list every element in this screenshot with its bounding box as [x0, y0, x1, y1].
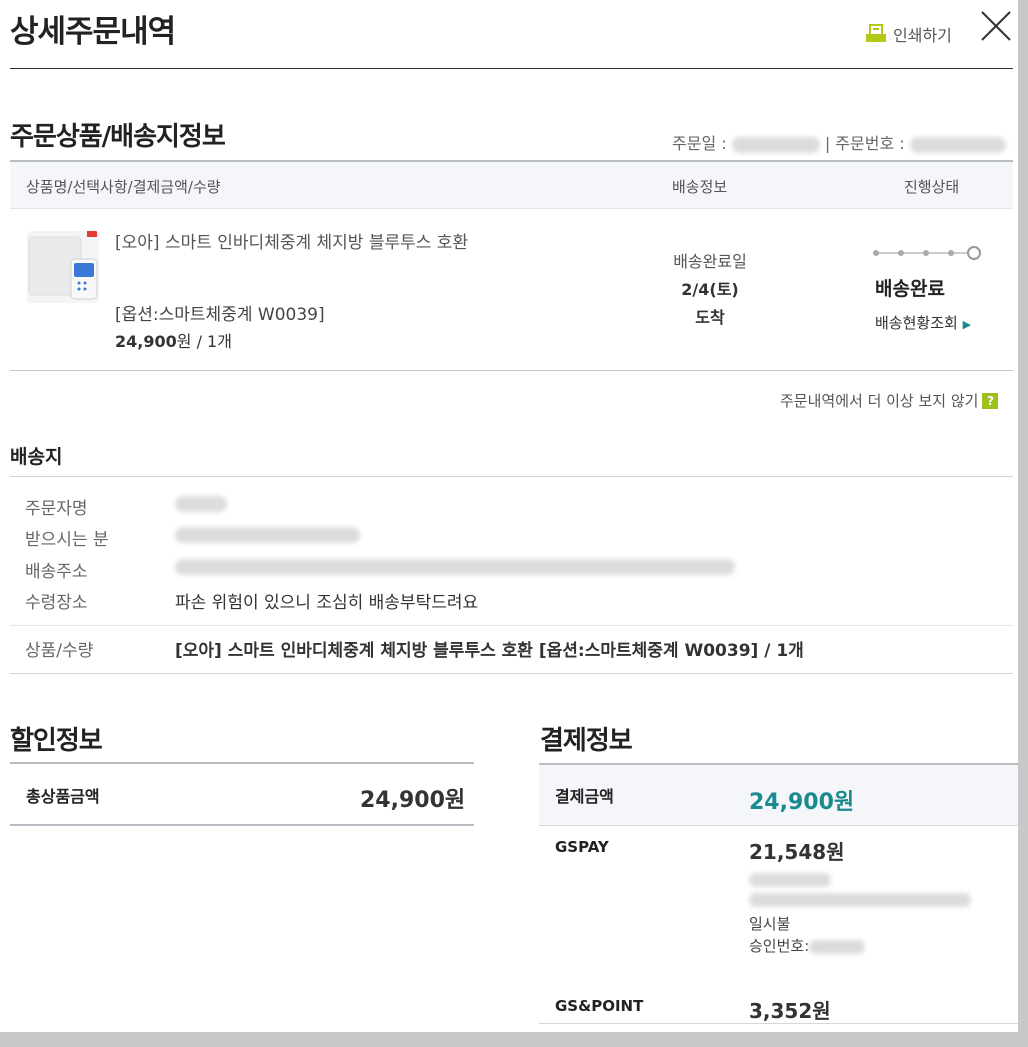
- help-icon[interactable]: ?: [982, 392, 999, 409]
- col-status: 진행상태: [904, 178, 960, 196]
- product-image[interactable]: [27, 231, 99, 303]
- order-section-title: 주문상품/배송지정보: [10, 122, 226, 152]
- order-detail-popup: 상세주문내역 인쇄하기 주문상품/배송지정보 주문일 : | 주문번호 : 상품…: [0, 0, 1018, 1032]
- print-button[interactable]: 인쇄하기: [865, 22, 952, 46]
- product-name-link[interactable]: [오아] 스마트 인바디체중계 체지방 블루투스 호환: [115, 228, 468, 253]
- gspay-detail-redacted-2: [749, 893, 971, 907]
- gspay-label: GSPAY: [555, 838, 609, 856]
- gspay-amount: 21,548원: [749, 840, 845, 864]
- payment-amount: 24,900원: [749, 790, 855, 815]
- recipient-redacted: [175, 527, 360, 543]
- track-delivery-label: 배송현황조회: [875, 314, 958, 332]
- product-price-unit: 원: [176, 332, 192, 351]
- total-product-amount: 24,900원: [360, 788, 466, 813]
- discount-top-rule: [10, 762, 474, 764]
- gspoint-label: GS&POINT: [555, 997, 644, 1015]
- payment-title: 결제정보: [540, 726, 633, 756]
- shipping-info: 배송완료일 2/4(토) 도착: [640, 248, 780, 332]
- delivery-top-divider: [10, 476, 1013, 477]
- orderer-redacted: [175, 496, 227, 512]
- receive-place-value: 파손 위험이 있으니 조심히 배송부탁드려요: [175, 593, 479, 613]
- delivery-bottom-divider: [10, 673, 1013, 674]
- receive-place-label: 수령장소: [25, 593, 88, 613]
- order-status: 배송완료: [875, 278, 945, 300]
- recipient-label: 받으시는 분: [25, 530, 109, 550]
- product-quantity: / 1개: [196, 332, 232, 351]
- shipping-date: 2/4(토): [681, 280, 739, 299]
- approval-label: 승인번호:: [749, 937, 810, 955]
- order-date-label: 주문일 :: [672, 134, 727, 153]
- order-no-redacted: [909, 136, 1006, 153]
- close-icon[interactable]: [978, 8, 1014, 44]
- approval-redacted: [809, 939, 866, 954]
- order-meta: 주문일 : | 주문번호 :: [672, 130, 1006, 154]
- delivery-mid-divider: [10, 625, 1013, 626]
- total-product-amount-label: 총상품금액: [26, 787, 100, 806]
- discount-bottom-rule: [10, 824, 474, 826]
- delivery-title: 배송지: [10, 446, 63, 468]
- product-option: [옵션:스마트체중계 W0039]: [115, 305, 325, 325]
- gspoint-amount: 3,352원: [749, 999, 831, 1023]
- installment-type: 일시불: [749, 915, 791, 933]
- hide-order-link[interactable]: 주문내역에서 더 이상 보지 않기 ?: [780, 390, 999, 411]
- order-date-redacted: [731, 136, 820, 153]
- product-price-value: 24,900: [115, 332, 177, 351]
- track-delivery-link[interactable]: 배송현황조회 ▶: [875, 312, 971, 333]
- discount-title: 할인정보: [10, 726, 103, 756]
- address-label: 배송주소: [25, 562, 88, 582]
- print-label: 인쇄하기: [893, 26, 952, 45]
- product-qty-label: 상품/수량: [25, 641, 94, 661]
- printer-icon: [866, 24, 886, 42]
- payment-bottom-rule: [539, 1023, 1018, 1024]
- address-redacted: [175, 559, 735, 575]
- col-shipping: 배송정보: [672, 178, 728, 196]
- shipping-complete-label: 배송완료일: [673, 252, 747, 271]
- order-no-label: | 주문번호 :: [824, 134, 905, 153]
- scale-product-icon: [27, 231, 99, 303]
- product-qty-value: [오아] 스마트 인바디체중계 체지방 블루투스 호환 [옵션:스마트체중계 W…: [175, 641, 804, 661]
- delivery-progress-icon: [873, 246, 981, 260]
- payment-amount-label: 결제금액: [555, 787, 614, 806]
- gspay-detail-redacted-1: [749, 873, 831, 887]
- approval-number: 승인번호:: [749, 935, 866, 956]
- shipping-arrived: 도착: [695, 308, 725, 327]
- order-row-divider: [10, 370, 1013, 371]
- col-product: 상품명/선택사항/결제금액/수량: [26, 178, 221, 196]
- arrow-right-icon: ▶: [962, 318, 972, 331]
- page-title: 상세주문내역: [10, 14, 176, 50]
- hide-order-label: 주문내역에서 더 이상 보지 않기: [780, 392, 979, 410]
- orderer-label: 주문자명: [25, 499, 88, 519]
- header-divider: [10, 68, 1013, 69]
- product-price: 24,900원 / 1개: [115, 328, 232, 352]
